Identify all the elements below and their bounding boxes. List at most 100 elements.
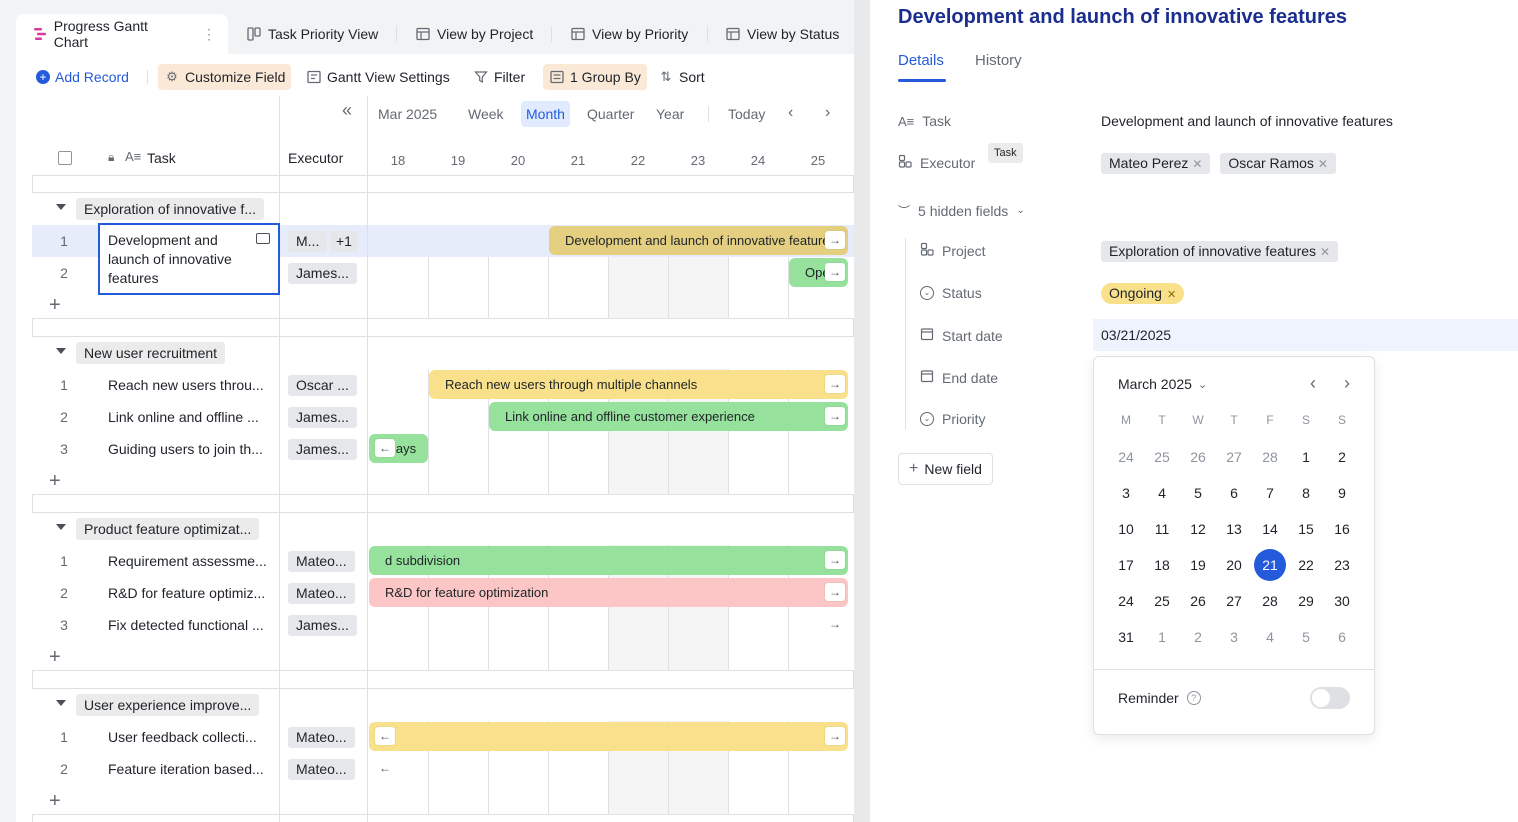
executor-tag[interactable]: Oscar Ramos ✕ <box>1220 153 1336 174</box>
calendar-day[interactable]: 21 <box>1254 549 1286 581</box>
scroll-right-arrow-icon[interactable]: → <box>825 583 845 601</box>
scroll-left-arrow-icon[interactable]: ← <box>375 439 395 457</box>
calendar-day[interactable]: 8 <box>1290 477 1322 509</box>
remove-icon[interactable]: ✕ <box>1318 157 1328 171</box>
executor-tag[interactable]: James... <box>288 263 357 284</box>
executor-tag[interactable]: M... <box>288 231 328 252</box>
more-icon[interactable]: ⋮ <box>202 26 216 43</box>
new-field-button[interactable]: + New field <box>898 453 993 485</box>
calendar-day[interactable]: 18 <box>1146 549 1178 581</box>
tab-task-priority-view[interactable]: Task Priority View <box>246 14 378 54</box>
tab-view-by-priority[interactable]: View by Priority <box>570 14 688 54</box>
table-row[interactable]: 2 Feature iteration based... Mateo... <box>32 753 854 785</box>
add-row-icon[interactable]: + <box>49 295 61 315</box>
next-month-icon[interactable]: › <box>1344 373 1350 394</box>
project-tag[interactable]: Exploration of innovative features ✕ <box>1101 241 1339 262</box>
calendar-day[interactable]: 19 <box>1182 549 1214 581</box>
calendar-day[interactable]: 4 <box>1254 621 1286 653</box>
collapse-caret-icon[interactable] <box>56 524 66 530</box>
calendar-day[interactable]: 23 <box>1326 549 1358 581</box>
remove-icon[interactable]: ✕ <box>1320 245 1330 259</box>
calendar-day[interactable]: 24 <box>1110 585 1142 617</box>
gantt-bar[interactable]: R&D for feature optimization <box>369 578 848 607</box>
calendar-day[interactable]: 9 <box>1326 477 1358 509</box>
task-cell[interactable]: Guiding users to join th... <box>108 433 274 465</box>
task-cell[interactable]: Fix detected functional ... <box>108 609 274 641</box>
scroll-left-arrow-icon[interactable]: ← <box>375 759 395 777</box>
collapse-icon[interactable]: « <box>342 100 352 121</box>
hidden-fields-toggle[interactable]: ︶ 5 hidden fields ⌄ <box>898 202 1025 219</box>
executor-tag[interactable]: Mateo... <box>288 727 355 748</box>
calendar-day[interactable]: 17 <box>1110 549 1142 581</box>
reminder-toggle[interactable] <box>1310 687 1350 709</box>
add-row-icon[interactable]: + <box>49 791 61 811</box>
task-cell[interactable]: Requirement assessme... <box>108 545 274 577</box>
executor-tag[interactable]: Mateo... <box>288 583 355 604</box>
tab-view-by-project[interactable]: View by Project <box>415 14 533 54</box>
calendar-day[interactable]: 1 <box>1290 441 1322 473</box>
project-tags[interactable]: Exploration of innovative features ✕ <box>1101 241 1344 262</box>
executor-tag[interactable]: James... <box>288 407 357 428</box>
add-row-icon[interactable]: + <box>49 471 61 491</box>
scroll-left-arrow-icon[interactable]: ← <box>375 727 395 745</box>
table-row[interactable]: 3 Guiding users to join th... James... <box>32 433 854 465</box>
collapse-caret-icon[interactable] <box>56 204 66 210</box>
calendar-day[interactable]: 27 <box>1218 441 1250 473</box>
customize-field-button[interactable]: ⚙ Customize Field <box>158 64 292 90</box>
task-cell[interactable]: Feature iteration based... <box>108 753 274 785</box>
tab-progress-gantt-chart[interactable]: Progress Gantt Chart ⋮ <box>16 14 228 54</box>
calendar-day[interactable]: 28 <box>1254 585 1286 617</box>
executor-tag[interactable]: Mateo Perez ✕ <box>1101 153 1211 174</box>
gantt-bar[interactable]: d subdivision <box>369 546 848 575</box>
calendar-day[interactable]: 2 <box>1326 441 1358 473</box>
select-all-checkbox[interactable] <box>58 151 72 165</box>
filter-button[interactable]: Filter <box>467 64 531 90</box>
scroll-right-arrow-icon[interactable]: → <box>825 263 845 281</box>
prev-period-icon[interactable]: ‹ <box>788 104 793 122</box>
executor-tag[interactable]: Mateo... <box>288 551 355 572</box>
status-tag[interactable]: Ongoing ✕ <box>1101 283 1185 304</box>
table-row[interactable]: 3 Fix detected functional ... James... <box>32 609 854 641</box>
calendar-day[interactable]: 5 <box>1182 477 1214 509</box>
tab-view-by-status[interactable]: View by Status <box>725 14 839 54</box>
scale-month[interactable]: Month <box>521 101 570 127</box>
calendar-day[interactable]: 5 <box>1290 621 1322 653</box>
scroll-right-arrow-icon[interactable]: → <box>825 727 845 745</box>
sort-button[interactable]: ⇅ Sort <box>652 64 711 90</box>
task-cell[interactable]: R&D for feature optimiz... <box>108 577 274 609</box>
group-by-button[interactable]: 1 Group By <box>543 64 647 90</box>
calendar-day[interactable]: 6 <box>1218 477 1250 509</box>
scale-year[interactable]: Year <box>656 106 684 122</box>
calendar-day[interactable]: 24 <box>1110 441 1142 473</box>
calendar-day[interactable]: 31 <box>1110 621 1142 653</box>
tab-details[interactable]: Details <box>898 52 944 69</box>
task-cell[interactable]: User feedback collecti... <box>108 721 274 753</box>
calendar-day[interactable]: 16 <box>1326 513 1358 545</box>
calendar-day[interactable]: 27 <box>1218 585 1250 617</box>
scroll-right-arrow-icon[interactable]: → <box>825 231 845 249</box>
calendar-day[interactable]: 4 <box>1146 477 1178 509</box>
calendar-day[interactable]: 3 <box>1218 621 1250 653</box>
calendar-day[interactable]: 11 <box>1146 513 1178 545</box>
calendar-day[interactable]: 1 <box>1146 621 1178 653</box>
executor-tag[interactable]: James... <box>288 615 357 636</box>
gantt-bar[interactable]: n <box>369 722 848 751</box>
calendar-day[interactable]: 25 <box>1146 585 1178 617</box>
scrollbar-track[interactable] <box>854 0 870 822</box>
tab-history[interactable]: History <box>975 52 1022 69</box>
start-date-input[interactable]: 03/21/2025 <box>1093 319 1518 351</box>
calendar-day[interactable]: 7 <box>1254 477 1286 509</box>
add-row-icon[interactable]: + <box>49 647 61 667</box>
calendar-day[interactable]: 26 <box>1182 585 1214 617</box>
gantt-bar[interactable]: Development and launch of innovative fea… <box>549 226 848 255</box>
calendar-day[interactable]: 25 <box>1146 441 1178 473</box>
next-period-icon[interactable]: › <box>825 104 830 122</box>
calendar-day[interactable]: 13 <box>1218 513 1250 545</box>
gantt-view-settings-button[interactable]: Gantt View Settings <box>300 64 456 90</box>
task-cell[interactable]: Reach new users throu... <box>108 369 274 401</box>
calendar-day[interactable]: 6 <box>1326 621 1358 653</box>
scale-quarter[interactable]: Quarter <box>587 106 634 122</box>
calendar-day[interactable]: 22 <box>1290 549 1322 581</box>
calendar-day[interactable]: 12 <box>1182 513 1214 545</box>
calendar-day[interactable]: 20 <box>1218 549 1250 581</box>
